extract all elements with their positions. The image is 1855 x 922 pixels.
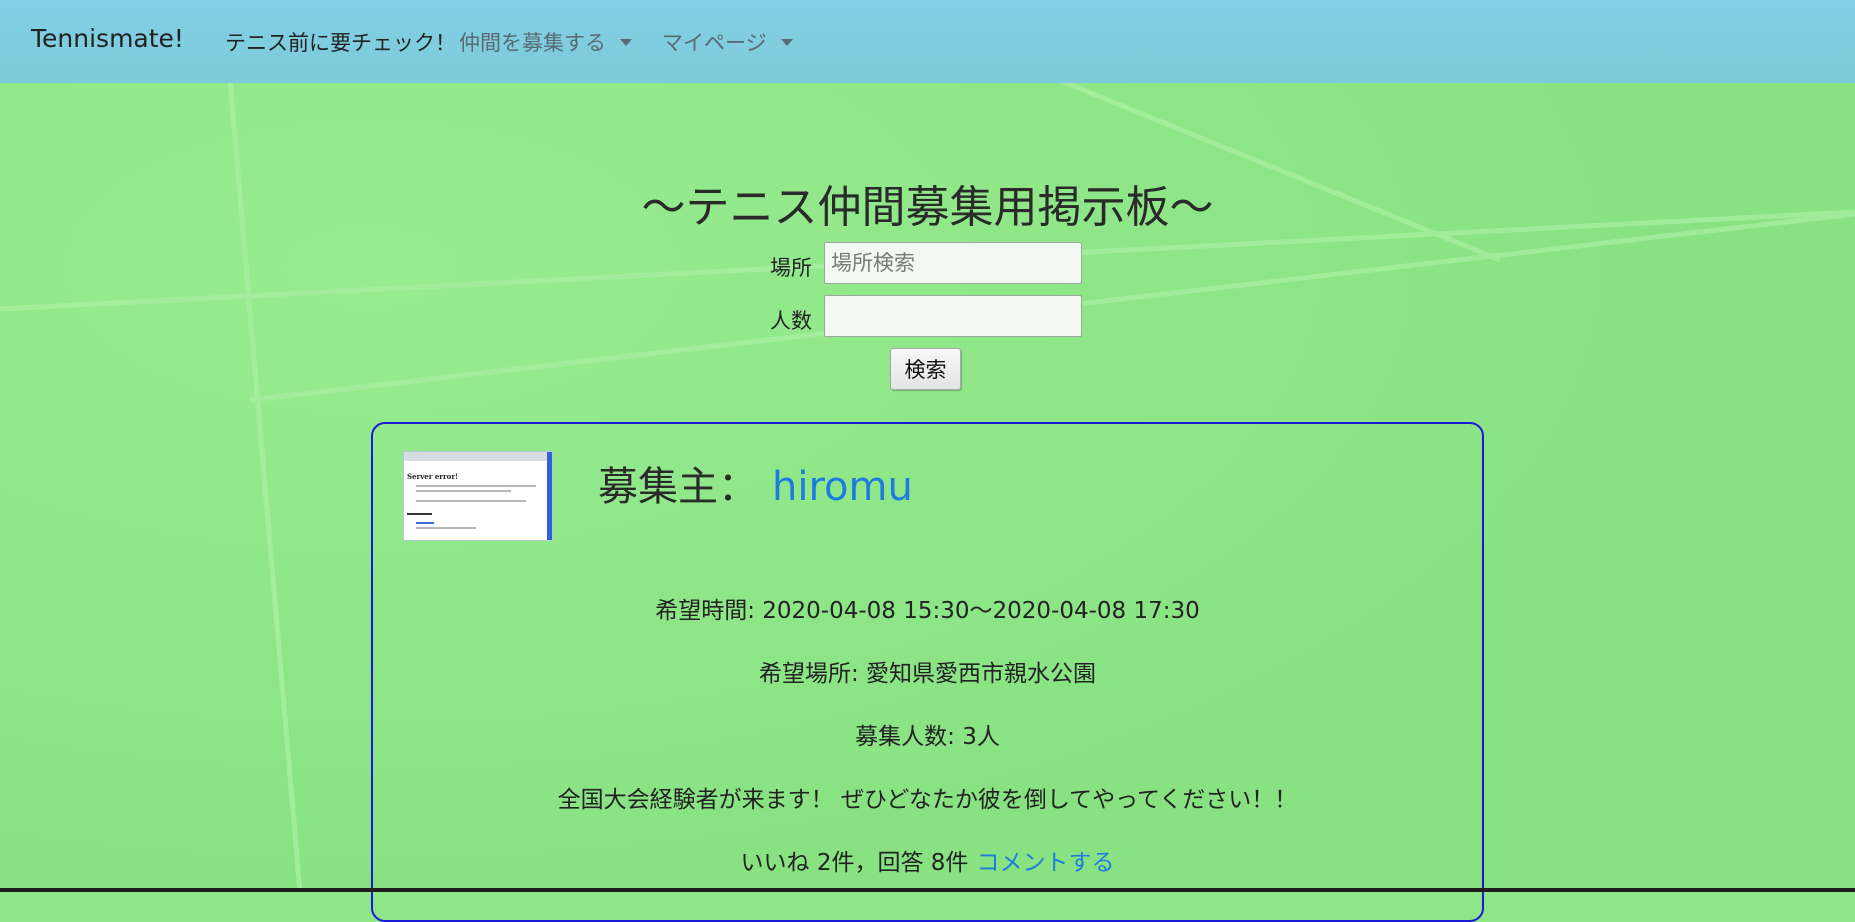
- chevron-down-icon: [620, 38, 632, 46]
- thumbnail-text-line: [407, 513, 432, 515]
- nav-item-check[interactable]: テニス前に要チェック！: [225, 27, 456, 57]
- main-content: 〜テニス仲間募集用掲示板〜 場所 人数 検索 Server error! 募集主…: [0, 83, 1855, 922]
- chevron-down-icon: [780, 38, 793, 46]
- place-field-row: 場所: [760, 242, 1090, 288]
- organizer-label: 募集主：: [598, 464, 758, 510]
- thumbnail-text-line: [416, 500, 526, 502]
- count-field-row: 人数: [760, 295, 1090, 341]
- page-title: 〜テニス仲間募集用掲示板〜: [641, 182, 1214, 233]
- thumbnail-text-line: [416, 485, 536, 487]
- thumbnail-title: Server error!: [407, 472, 459, 481]
- post-thumbnail[interactable]: Server error!: [403, 451, 553, 541]
- thumbnail-text-line: [416, 490, 511, 492]
- post-message: 全国大会経験者が来ます！ ぜひどなたか彼を倒してやってください！！: [557, 787, 1298, 813]
- bottom-border: [0, 888, 1855, 892]
- preferred-place: 希望場所: 愛知県愛西市親水公園: [758, 661, 1097, 687]
- thumbnail-browser-bar: [404, 452, 552, 461]
- nav-item-recruit-label: 仲間を募集する: [459, 31, 606, 55]
- post-stats-row: いいね 2件，回答 8件 コメントする: [373, 843, 1482, 877]
- nav-item-mypage[interactable]: マイページ: [662, 27, 793, 57]
- like-answer-count: いいね 2件，回答 8件: [740, 850, 969, 876]
- nav-item-mypage-label: マイページ: [662, 31, 767, 55]
- post-card: Server error! 募集主： hiromu 希望時間: 2020-04-0…: [371, 422, 1484, 922]
- brand-logo[interactable]: Tennismate!: [31, 24, 184, 53]
- recruit-count: 募集人数: 3人: [855, 724, 1000, 750]
- place-label: 場所: [770, 256, 812, 280]
- place-search-input[interactable]: [824, 242, 1082, 284]
- comment-link[interactable]: コメントする: [976, 850, 1114, 876]
- thumbnail-text-line: [416, 522, 434, 524]
- organizer-heading: 募集主： hiromu: [598, 454, 913, 512]
- nav-item-recruit[interactable]: 仲間を募集する: [459, 27, 632, 57]
- thumbnail-edge: [547, 452, 552, 540]
- count-label: 人数: [770, 309, 812, 333]
- search-button[interactable]: 検索: [890, 348, 961, 390]
- top-navbar: Tennismate! テニス前に要チェック！ 仲間を募集する マイページ: [0, 0, 1855, 83]
- organizer-name-link[interactable]: hiromu: [772, 464, 913, 510]
- thumbnail-text-line: [416, 527, 476, 529]
- count-input[interactable]: [824, 295, 1082, 337]
- nav-item-check-label: テニス前に要チェック！: [225, 31, 456, 55]
- preferred-time: 希望時間: 2020-04-08 15:30〜2020-04-08 17:30: [655, 598, 1200, 624]
